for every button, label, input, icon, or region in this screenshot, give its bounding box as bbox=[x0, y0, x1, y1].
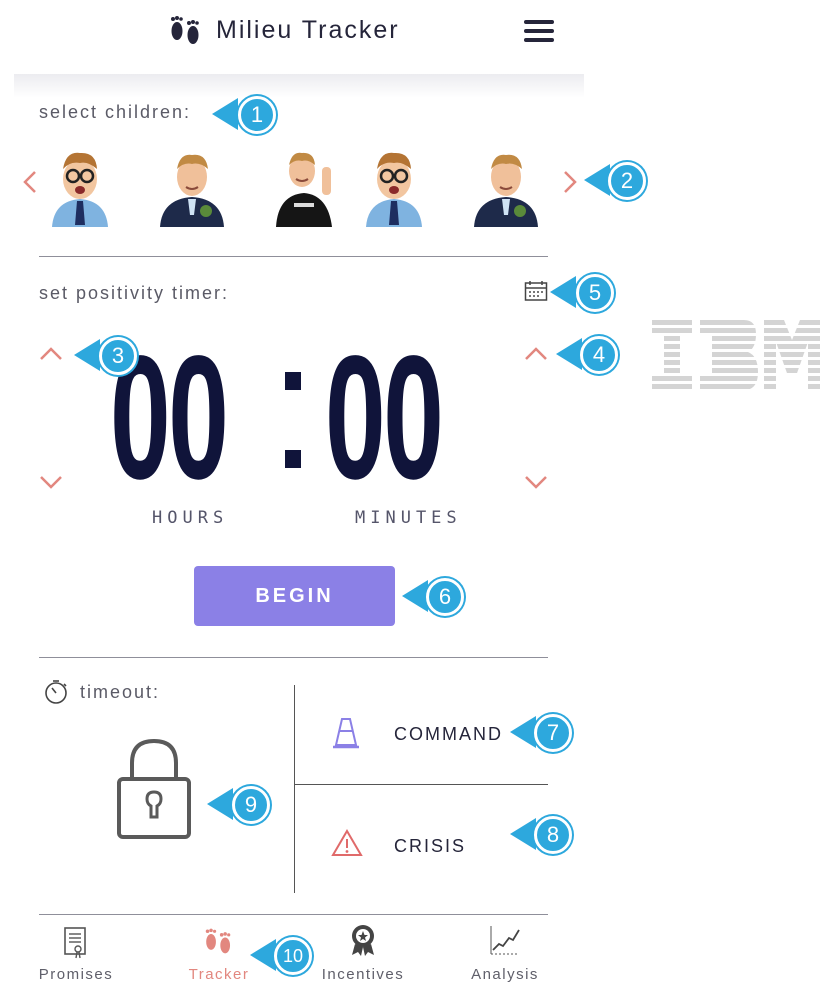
callout-tail-10 bbox=[250, 939, 276, 971]
chart-icon[interactable] bbox=[489, 924, 521, 956]
award-icon[interactable] bbox=[348, 923, 378, 957]
divider-children bbox=[39, 256, 548, 257]
callout-9: 9 bbox=[232, 786, 270, 824]
callout-tail-2 bbox=[584, 164, 610, 196]
callout-6: 6 bbox=[426, 578, 464, 616]
callout-10: 10 bbox=[274, 937, 312, 975]
callout-3: 3 bbox=[99, 337, 137, 375]
carousel-next-chevron-icon[interactable] bbox=[562, 170, 578, 194]
callout-tail-4 bbox=[556, 338, 582, 370]
minutes-display[interactable]: 00 bbox=[325, 330, 444, 506]
lock-icon[interactable] bbox=[116, 737, 192, 841]
command-option[interactable]: COMMAND bbox=[394, 724, 503, 745]
crisis-option[interactable]: CRISIS bbox=[394, 836, 466, 857]
certificate-icon[interactable] bbox=[63, 926, 87, 960]
ibm-logo bbox=[652, 320, 820, 390]
callout-tail-5 bbox=[550, 276, 576, 308]
calendar-icon[interactable] bbox=[524, 280, 548, 302]
divider-bottom-nav bbox=[39, 914, 548, 915]
minutes-up-chevron-icon[interactable] bbox=[524, 346, 548, 362]
footprints-icon[interactable] bbox=[203, 926, 235, 956]
colon-dot-bottom bbox=[285, 450, 301, 468]
options-divider bbox=[294, 784, 548, 785]
callout-4: 4 bbox=[580, 336, 618, 374]
callout-tail-3 bbox=[74, 339, 100, 371]
callout-2: 2 bbox=[608, 162, 646, 200]
callout-8: 8 bbox=[534, 816, 572, 854]
callout-5: 5 bbox=[576, 274, 614, 312]
timeout-label: timeout: bbox=[80, 682, 161, 702]
child-avatar-2[interactable] bbox=[154, 143, 230, 227]
callout-1: 1 bbox=[238, 96, 276, 134]
hamburger-menu-icon[interactable] bbox=[524, 20, 554, 42]
vertical-divider bbox=[294, 685, 295, 893]
stopwatch-icon bbox=[45, 680, 67, 704]
footprints-icon bbox=[171, 16, 199, 44]
callout-tail-7 bbox=[510, 716, 536, 748]
hours-unit-label: HOURS bbox=[152, 508, 229, 528]
traffic-cone-icon bbox=[333, 718, 359, 749]
hours-up-chevron-icon[interactable] bbox=[39, 346, 63, 362]
header-shadow bbox=[14, 74, 584, 98]
timer-label: set positivity timer: bbox=[39, 283, 230, 303]
minutes-down-chevron-icon[interactable] bbox=[524, 474, 548, 490]
callout-7: 7 bbox=[534, 714, 572, 752]
callout-tail-6 bbox=[402, 580, 428, 612]
carousel-prev-chevron-icon[interactable] bbox=[22, 170, 38, 194]
callout-tail-9 bbox=[207, 788, 233, 820]
child-avatar-1[interactable] bbox=[42, 143, 118, 227]
nav-item-promises[interactable]: Promises bbox=[21, 966, 131, 983]
divider-timer bbox=[39, 657, 548, 658]
callout-tail-8 bbox=[510, 818, 536, 850]
warning-icon bbox=[331, 829, 363, 856]
hours-down-chevron-icon[interactable] bbox=[39, 474, 63, 490]
begin-button[interactable]: BEGIN bbox=[194, 566, 395, 626]
minutes-unit-label: MINUTES bbox=[355, 508, 462, 528]
child-avatar-4[interactable] bbox=[356, 143, 432, 227]
colon-dot-top bbox=[285, 372, 301, 390]
child-avatar-3[interactable] bbox=[268, 143, 344, 227]
callout-tail-1 bbox=[212, 98, 238, 130]
select-children-label: select children: bbox=[39, 102, 192, 122]
nav-item-incentives[interactable]: Incentives bbox=[308, 966, 418, 983]
nav-item-analysis[interactable]: Analysis bbox=[450, 966, 560, 983]
app-title: Milieu Tracker bbox=[216, 16, 400, 44]
child-avatar-5[interactable] bbox=[468, 143, 544, 227]
